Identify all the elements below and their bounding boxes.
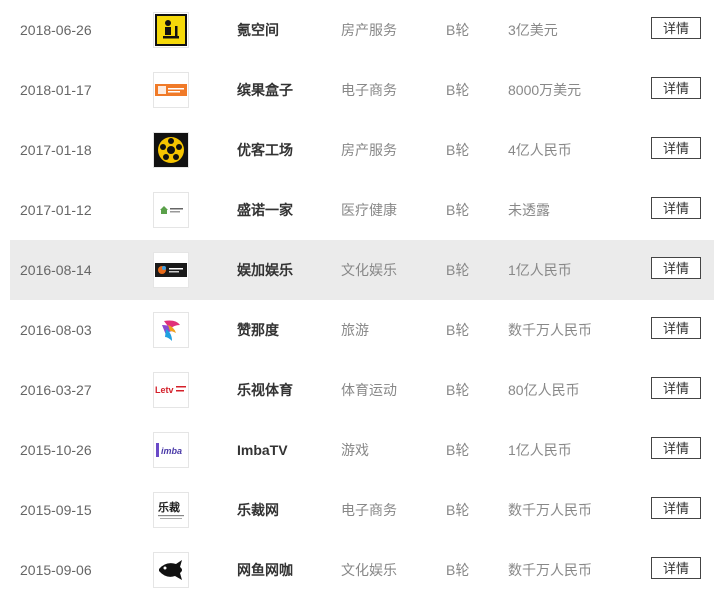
table-row: 2018-01-17 缤果盒子 电子商务 B轮 8000万美元 详情 [10, 60, 714, 120]
funding-amount: 8000万美元 [508, 82, 582, 98]
funding-amount: 1亿人民币 [508, 262, 572, 278]
table-row: 2015-10-26 imba ImbaTV 游戏 B轮 1亿人民币 详情 [10, 420, 714, 480]
funding-round: B轮 [446, 202, 470, 218]
company-logo[interactable] [153, 132, 189, 168]
funding-amount: 数千万人民币 [508, 502, 592, 518]
yellow-black-hex-logo-icon [154, 133, 188, 167]
company-industry: 电子商务 [341, 82, 397, 98]
company-industry: 游戏 [341, 442, 369, 458]
company-logo[interactable] [153, 192, 189, 228]
funding-round: B轮 [446, 22, 470, 38]
logo-text: Letv [155, 385, 174, 395]
company-logo[interactable]: imba [153, 432, 189, 468]
company-name[interactable]: 赞那度 [237, 300, 279, 360]
funding-round: B轮 [446, 262, 470, 278]
funding-round: B轮 [446, 562, 470, 578]
orange-box-logo-icon [154, 73, 188, 107]
funding-amount: 数千万人民币 [508, 562, 592, 578]
table-row: 2015-09-15 乐裁 乐裁网 电子商务 B轮 数千万人民币 详情 [10, 480, 714, 540]
colorful-bird-logo-icon [154, 313, 188, 347]
funding-round: B轮 [446, 142, 470, 158]
company-industry: 医疗健康 [341, 202, 397, 218]
logo-text: 乐裁 [158, 500, 180, 514]
funding-amount: 3亿美元 [508, 22, 558, 38]
detail-button[interactable]: 详情 [651, 497, 701, 519]
detail-button[interactable]: 详情 [651, 557, 701, 579]
lecai-logo-icon: 乐裁 [154, 493, 188, 527]
detail-button[interactable]: 详情 [651, 77, 701, 99]
table-row: 2016-08-03 赞那度 旅游 B轮 数千万人民币 详情 [10, 300, 714, 360]
company-logo[interactable] [153, 312, 189, 348]
letv-sports-logo-icon: Letv [154, 373, 188, 407]
company-industry: 文化娱乐 [341, 562, 397, 578]
black-fish-logo-icon [154, 553, 188, 587]
table-row: 2016-03-27 Letv 乐视体育 体育运动 B轮 80亿人民币 详情 [10, 360, 714, 420]
logo-text: imba [161, 446, 182, 456]
investment-date: 2015-09-06 [20, 562, 92, 578]
yellow-person-desk-logo-icon [155, 14, 187, 46]
table-row: 2015-09-06 网鱼网咖 文化娱乐 B轮 数千万人民币 详情 [10, 540, 714, 600]
funding-amount: 1亿人民币 [508, 442, 572, 458]
company-logo[interactable]: Letv [153, 372, 189, 408]
detail-button[interactable]: 详情 [651, 17, 701, 39]
funding-round: B轮 [446, 442, 470, 458]
funding-round: B轮 [446, 82, 470, 98]
funding-amount: 80亿人民币 [508, 382, 580, 398]
company-industry: 房产服务 [341, 142, 397, 158]
company-name[interactable]: 网鱼网咖 [237, 540, 293, 600]
company-industry: 体育运动 [341, 382, 397, 398]
detail-button[interactable]: 详情 [651, 317, 701, 339]
funding-round: B轮 [446, 322, 470, 338]
company-logo[interactable]: 乐裁 [153, 492, 189, 528]
company-logo[interactable] [153, 552, 189, 588]
funding-amount: 数千万人民币 [508, 322, 592, 338]
table-row: 2017-01-18 优客工场 房产服务 B轮 4亿人民币 详情 [10, 120, 714, 180]
investment-table: 2018-06-26 氪空间 房产服务 B轮 3亿美元 详情 2018-01-1… [10, 0, 714, 600]
company-name[interactable]: 缤果盒子 [237, 60, 293, 120]
investment-date: 2016-08-03 [20, 322, 92, 338]
company-industry: 电子商务 [341, 502, 397, 518]
investment-date: 2018-06-26 [20, 22, 92, 38]
investment-date: 2015-09-15 [20, 502, 92, 518]
company-name[interactable]: 优客工场 [237, 120, 293, 180]
funding-round: B轮 [446, 502, 470, 518]
company-logo[interactable] [153, 72, 189, 108]
company-name[interactable]: 娱加娱乐 [237, 240, 293, 300]
company-industry: 房产服务 [341, 22, 397, 38]
investment-date: 2017-01-12 [20, 202, 92, 218]
company-logo[interactable] [153, 252, 189, 288]
funding-amount: 未透露 [508, 202, 550, 218]
company-name[interactable]: 盛诺一家 [237, 180, 293, 240]
table-row: 2017-01-12 盛诺一家 医疗健康 B轮 未透露 详情 [10, 180, 714, 240]
company-name[interactable]: ImbaTV [237, 420, 288, 480]
company-logo[interactable] [153, 12, 189, 48]
detail-button[interactable]: 详情 [651, 437, 701, 459]
detail-button[interactable]: 详情 [651, 257, 701, 279]
company-name[interactable]: 氪空间 [237, 0, 279, 60]
detail-button[interactable]: 详情 [651, 137, 701, 159]
table-row: 2018-06-26 氪空间 房产服务 B轮 3亿美元 详情 [10, 0, 714, 60]
detail-button[interactable]: 详情 [651, 197, 701, 219]
company-name[interactable]: 乐裁网 [237, 480, 279, 540]
dark-entertainment-logo-icon [154, 253, 188, 287]
investment-date: 2016-03-27 [20, 382, 92, 398]
table-row-highlighted: 2016-08-14 娱加娱乐 文化娱乐 B轮 1亿人民币 详情 [10, 240, 714, 300]
investment-date: 2017-01-18 [20, 142, 92, 158]
imba-logo-icon: imba [154, 433, 188, 467]
company-industry: 旅游 [341, 322, 369, 338]
green-house-logo-icon [154, 193, 188, 227]
company-name[interactable]: 乐视体育 [237, 360, 293, 420]
investment-date: 2016-08-14 [20, 262, 92, 278]
investment-date: 2018-01-17 [20, 82, 92, 98]
investment-date: 2015-10-26 [20, 442, 92, 458]
funding-round: B轮 [446, 382, 470, 398]
funding-amount: 4亿人民币 [508, 142, 572, 158]
detail-button[interactable]: 详情 [651, 377, 701, 399]
company-industry: 文化娱乐 [341, 262, 397, 278]
